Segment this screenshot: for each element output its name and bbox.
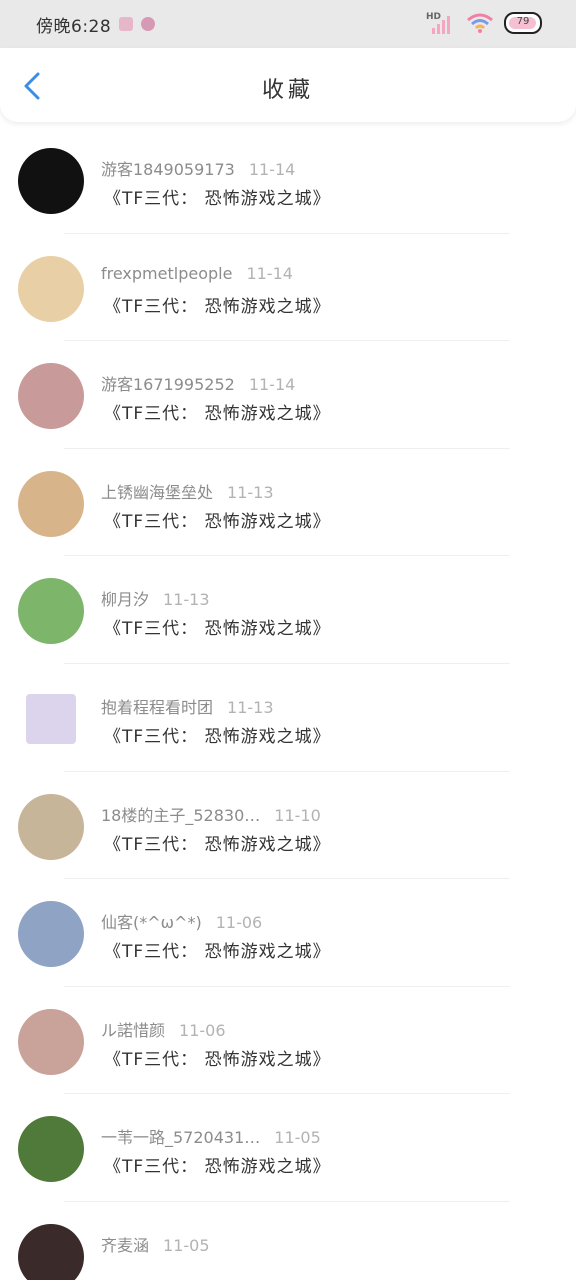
- item-title[interactable]: 《TF三代： 恐怖游戏之城》: [104, 184, 331, 209]
- item-username[interactable]: ル諾惜颜: [101, 1021, 165, 1040]
- item-username[interactable]: 一苇一路_5720431…: [101, 1128, 260, 1147]
- item-date: 11-06: [179, 1020, 226, 1040]
- list-item[interactable]: 柳月汐 11-13 《TF三代： 恐怖游戏之城》: [0, 556, 576, 664]
- list-item[interactable]: ル諾惜颜 11-06 《TF三代： 恐怖游戏之城》: [0, 987, 576, 1095]
- item-meta: 上锈幽海堡垒处 11-13: [101, 479, 274, 503]
- item-meta: 柳月汐 11-13: [101, 586, 210, 610]
- list-item[interactable]: frexpmetlpeople 11-14 《TF三代： 恐怖游戏之城》: [0, 234, 576, 342]
- item-title[interactable]: 《TF三代： 恐怖游戏之城》: [104, 830, 331, 855]
- item-title[interactable]: 《TF三代： 恐怖游戏之城》: [104, 722, 331, 747]
- item-title[interactable]: 《TF三代： 恐怖游戏之城》: [104, 292, 331, 317]
- item-meta: 仙客(*^ω^*) 11-06: [101, 909, 262, 933]
- signal-icon: HD: [426, 12, 456, 34]
- item-meta: 齐麦涵 11-05: [101, 1232, 210, 1256]
- avatar[interactable]: [18, 901, 84, 968]
- avatar[interactable]: [18, 793, 84, 860]
- item-username[interactable]: 仙客(*^ω^*): [101, 913, 202, 932]
- avatar[interactable]: [18, 578, 84, 645]
- item-meta: 游客1849059173 11-14: [101, 156, 295, 180]
- item-username[interactable]: 游客1671995252: [101, 375, 235, 394]
- item-username[interactable]: 18楼的主子_52830…: [101, 806, 260, 825]
- battery-icon: 79: [504, 12, 542, 34]
- avatar[interactable]: [18, 470, 84, 537]
- item-username[interactable]: 抱着程程看时团: [101, 698, 213, 717]
- item-title[interactable]: 《TF三代： 恐怖游戏之城》: [104, 399, 331, 424]
- item-date: 11-14: [248, 160, 296, 179]
- list-item[interactable]: 上锈幽海堡垒处 11-13 《TF三代： 恐怖游戏之城》: [0, 449, 576, 557]
- item-meta: 18楼的主子_52830… 11-10: [101, 802, 321, 826]
- list-item[interactable]: 游客1849059173 11-14 《TF三代： 恐怖游戏之城》: [0, 126, 576, 234]
- list-item[interactable]: 游客1671995252 11-14 《TF三代： 恐怖游戏之城》: [0, 341, 576, 449]
- list-item[interactable]: 一苇一路_5720431… 11-05 《TF三代： 恐怖游戏之城》: [0, 1094, 576, 1202]
- item-meta: 一苇一路_5720431… 11-05: [101, 1124, 321, 1148]
- item-title[interactable]: 《TF三代： 恐怖游戏之城》: [104, 507, 331, 532]
- avatar[interactable]: [18, 1116, 84, 1183]
- list-item[interactable]: 抱着程程看时团 11-13 《TF三代： 恐怖游戏之城》: [0, 664, 576, 772]
- wifi-icon: [467, 13, 493, 33]
- item-title[interactable]: 《TF三代： 恐怖游戏之城》: [104, 1152, 331, 1177]
- list-item[interactable]: 18楼的主子_52830… 11-10 《TF三代： 恐怖游戏之城》: [0, 772, 576, 880]
- item-username[interactable]: 上锈幽海堡垒处: [101, 483, 213, 502]
- item-title[interactable]: 《TF三代： 恐怖游戏之城》: [104, 614, 331, 639]
- avatar[interactable]: [18, 1223, 84, 1280]
- item-date: 11-13: [163, 590, 210, 610]
- item-date: 11-13: [227, 482, 274, 502]
- item-date: 11-14: [246, 263, 293, 283]
- avatar[interactable]: [18, 1008, 84, 1075]
- item-title[interactable]: 《TF三代： 恐怖游戏之城》: [104, 1045, 331, 1070]
- item-meta: ル諾惜颜 11-06: [101, 1017, 226, 1041]
- item-date: 11-05: [274, 1128, 321, 1148]
- item-username[interactable]: 游客1849059173: [101, 160, 235, 179]
- flower-notification-icon: [141, 17, 156, 31]
- item-username[interactable]: frexpmetlpeople: [101, 264, 232, 283]
- status-bar: 傍晚6:28 HD 79: [0, 0, 576, 48]
- item-title[interactable]: 《TF三代： 恐怖游戏之城》: [104, 937, 331, 962]
- item-date: 11-06: [215, 913, 263, 933]
- avatar[interactable]: [26, 693, 76, 744]
- item-date: 11-13: [227, 697, 274, 717]
- status-time: 傍晚6:28: [36, 16, 112, 37]
- page-title: 收藏: [261, 78, 314, 103]
- list-item[interactable]: 齐麦涵 11-05: [0, 1202, 576, 1280]
- list-item[interactable]: 仙客(*^ω^*) 11-06 《TF三代： 恐怖游戏之城》: [0, 879, 576, 987]
- item-date: 11-14: [248, 375, 296, 395]
- item-username[interactable]: 柳月汐: [101, 590, 149, 609]
- item-meta: 游客1671995252 11-14: [101, 371, 295, 395]
- item-meta: frexpmetlpeople 11-14: [101, 264, 293, 283]
- item-date: 11-05: [163, 1235, 210, 1255]
- item-meta: 抱着程程看时团 11-13: [101, 694, 274, 718]
- item-date: 11-10: [274, 805, 321, 825]
- item-username[interactable]: 齐麦涵: [101, 1236, 149, 1255]
- favorites-list: 游客1849059173 11-14 《TF三代： 恐怖游戏之城》 frexpme…: [0, 126, 576, 1280]
- nav-header: 收藏: [0, 48, 576, 122]
- photo-notification-icon: [119, 17, 134, 31]
- avatar[interactable]: [18, 363, 84, 430]
- battery-level: 79: [516, 16, 530, 27]
- avatar[interactable]: [18, 255, 84, 322]
- avatar[interactable]: [18, 148, 84, 214]
